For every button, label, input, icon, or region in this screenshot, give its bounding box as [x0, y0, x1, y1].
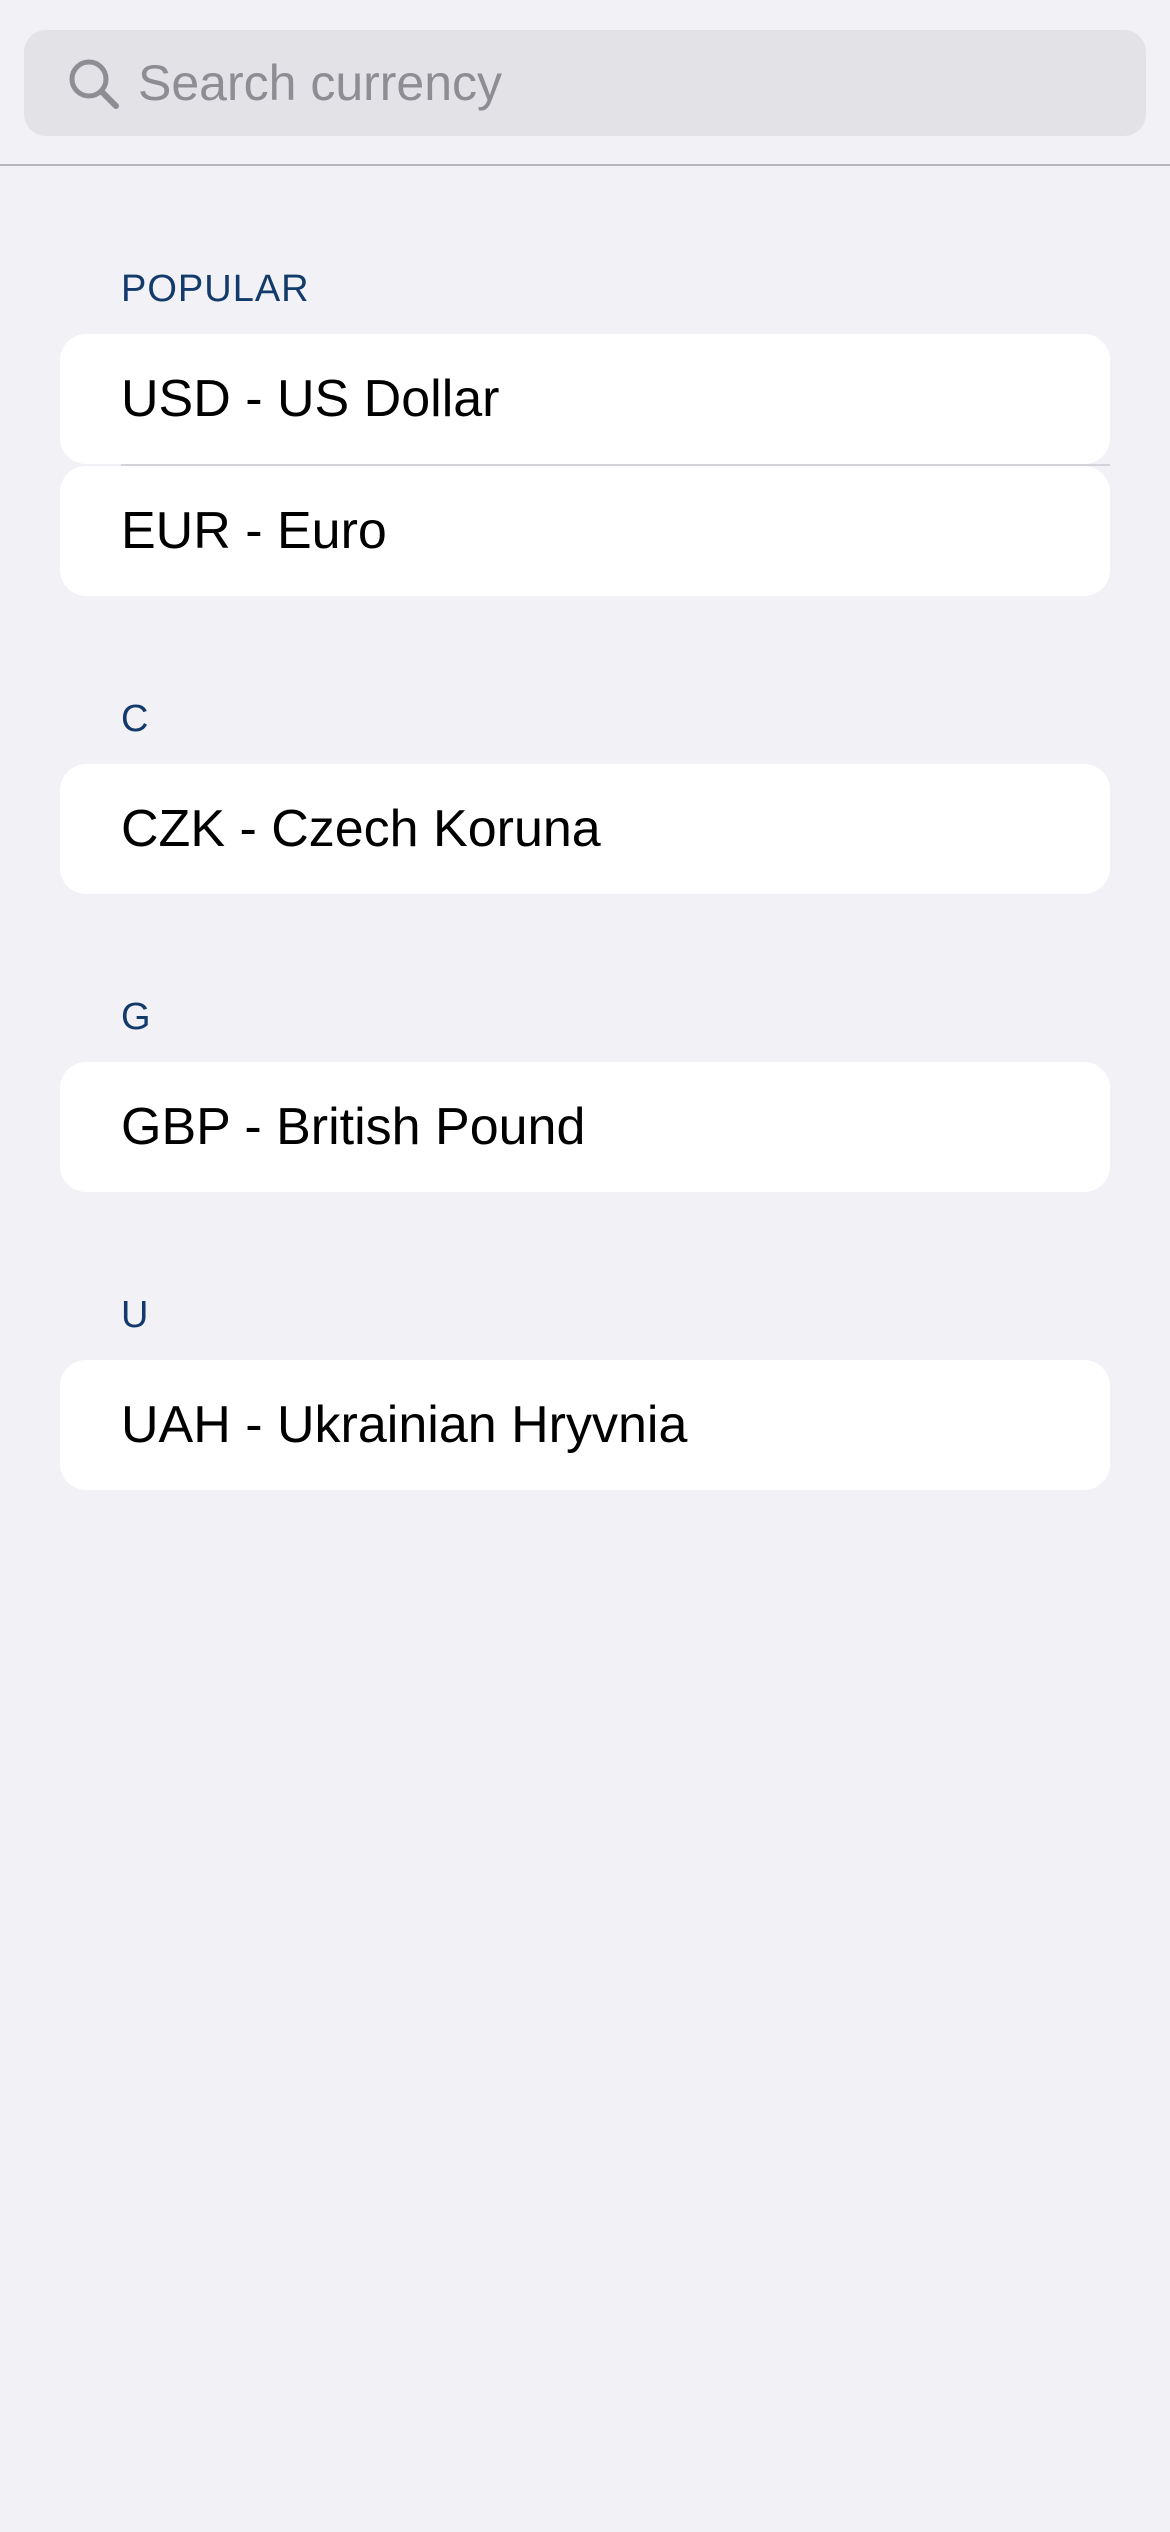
currency-row-gbp[interactable]: GBP - British Pound: [60, 1062, 1110, 1192]
currency-row-eur[interactable]: EUR - Euro: [60, 466, 1110, 596]
section-header-g: G: [121, 996, 152, 1038]
currency-label: GBP - British Pound: [121, 1098, 586, 1156]
currency-label: CZK - Czech Koruna: [121, 800, 601, 858]
currency-label: EUR - Euro: [121, 502, 387, 560]
currency-row-usd[interactable]: USD - US Dollar: [60, 334, 1110, 464]
section-header-popular: POPULAR: [121, 268, 310, 310]
currency-label: USD - US Dollar: [121, 370, 500, 428]
currency-label: UAH - Ukrainian Hryvnia: [121, 1396, 688, 1454]
search-input[interactable]: [138, 30, 1118, 136]
currency-row-uah[interactable]: UAH - Ukrainian Hryvnia: [60, 1360, 1110, 1490]
search-bar[interactable]: [24, 30, 1146, 136]
search-header: [0, 0, 1170, 166]
section-header-u: U: [121, 1294, 150, 1336]
section-header-c: C: [121, 698, 150, 740]
search-icon: [69, 59, 119, 109]
currency-row-czk[interactable]: CZK - Czech Koruna: [60, 764, 1110, 894]
